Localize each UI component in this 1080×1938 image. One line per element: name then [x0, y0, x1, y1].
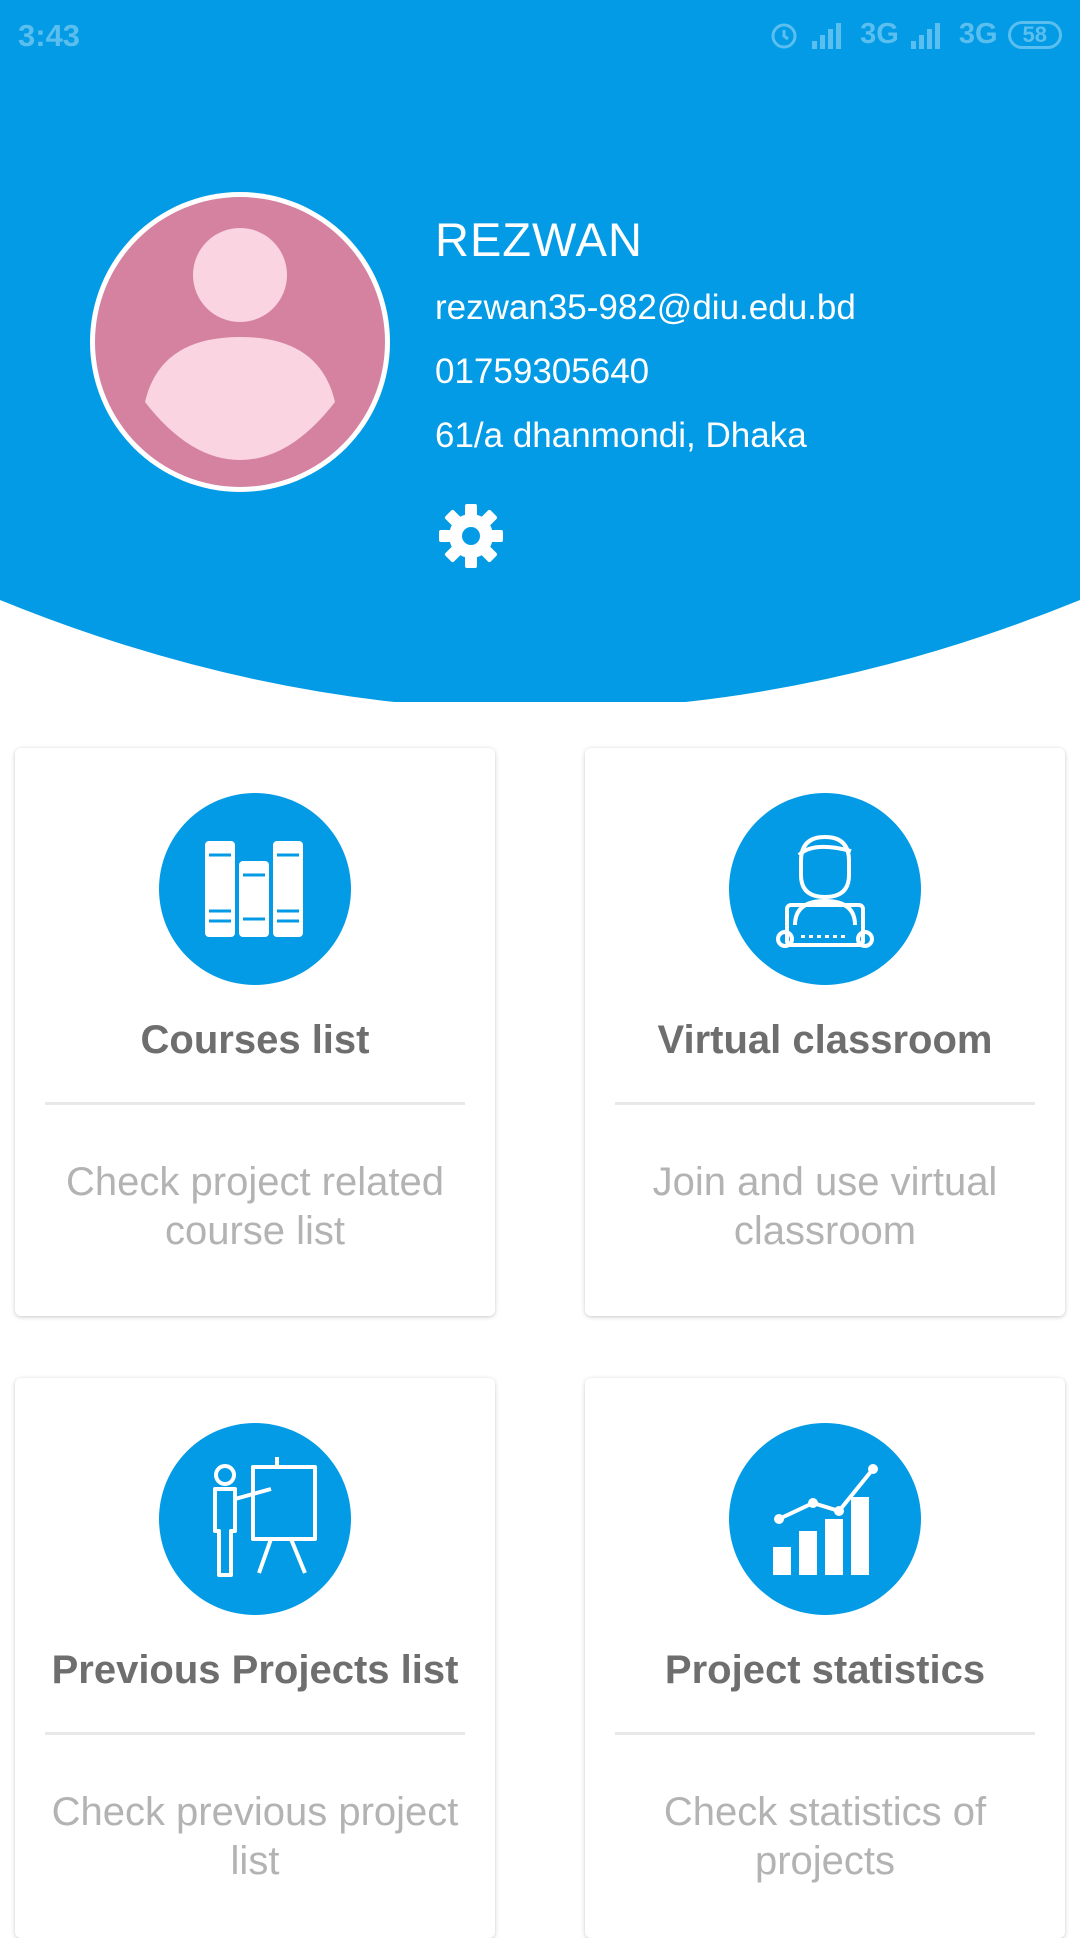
student-laptop-icon: [776, 835, 874, 948]
project-statistics-card[interactable]: Project statistics Check statistics of p…: [585, 1378, 1065, 1938]
card-title: Courses list: [140, 1018, 370, 1062]
status-bar: 3:43 3G 3G 58: [0, 0, 1080, 75]
card-title: Project statistics: [664, 1648, 986, 1692]
signal-icon: [812, 22, 842, 49]
projects-icon-circle: [159, 1423, 351, 1615]
card-divider: [615, 1102, 1035, 1105]
classroom-icon-circle: [729, 793, 921, 985]
statistics-icon-circle: [729, 1423, 921, 1615]
virtual-classroom-card[interactable]: Virtual classroom Join and use virtual c…: [585, 748, 1065, 1316]
profile-address: 61/a dhanmondi, Dhaka: [435, 416, 807, 455]
card-divider: [45, 1732, 465, 1735]
signal-icon: [910, 22, 940, 49]
profile-name: REZWAN: [435, 213, 643, 266]
network-type-1: 3G: [860, 18, 899, 50]
courses-list-card[interactable]: Courses list Check project related cours…: [15, 748, 495, 1316]
card-description: Check project related course list: [66, 1160, 444, 1253]
alarm-icon: [771, 23, 797, 48]
card-description: Check previous project list: [51, 1790, 459, 1883]
profile-phone: 01759305640: [435, 352, 650, 391]
card-description: Join and use virtual classroom: [652, 1160, 998, 1253]
bar-chart-icon: [773, 1464, 878, 1575]
card-title: Virtual classroom: [657, 1018, 993, 1062]
gear-icon[interactable]: [435, 500, 507, 572]
card-description: Check statistics of projects: [663, 1790, 987, 1883]
user-avatar-icon: [95, 197, 385, 487]
profile-info: REZWAN rezwan35-982@diu.edu.bd 017593056…: [435, 210, 856, 456]
status-time: 3:43: [18, 18, 81, 53]
card-divider: [615, 1732, 1035, 1735]
status-icons: 3G 3G 58: [768, 18, 1062, 51]
battery-indicator: 58: [1007, 20, 1062, 49]
presentation-icon: [213, 1457, 317, 1577]
card-title: Previous Projects list: [51, 1648, 459, 1692]
profile-email: rezwan35-982@diu.edu.bd: [435, 288, 856, 327]
card-divider: [45, 1102, 465, 1105]
previous-projects-card[interactable]: Previous Projects list Check previous pr…: [15, 1378, 495, 1938]
avatar[interactable]: [90, 192, 390, 492]
courses-icon-circle: [159, 793, 351, 985]
network-type-2: 3G: [958, 18, 998, 50]
books-icon: [205, 841, 303, 937]
